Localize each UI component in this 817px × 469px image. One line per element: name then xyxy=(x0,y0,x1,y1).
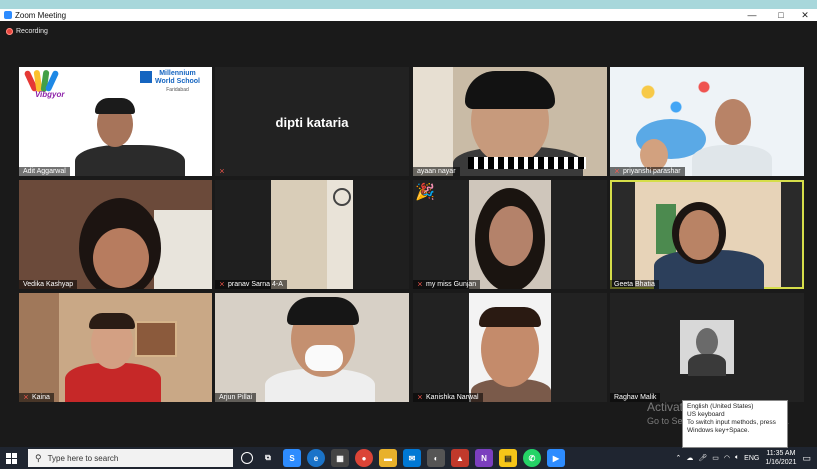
mic-muted-icon: ⨯ xyxy=(219,280,225,288)
video-tile-geeta-active-speaker[interactable]: Geeta Bhatia xyxy=(610,180,804,289)
whatsapp-icon[interactable]: ✆ xyxy=(523,449,541,467)
cortana-icon[interactable] xyxy=(241,452,253,464)
participant-face xyxy=(489,206,533,266)
notifications-icon[interactable]: ▭ xyxy=(802,453,811,464)
zoom-icon[interactable]: ▶ xyxy=(547,449,565,467)
task-view-icon[interactable]: ⧉ xyxy=(259,449,277,467)
participant-body xyxy=(692,145,772,176)
video-tile-priyanshi[interactable]: ⨯ priyanshi parashar xyxy=(610,67,804,176)
mic-muted-icon: ⨯ xyxy=(417,280,423,288)
store-icon[interactable]: ▦ xyxy=(331,449,349,467)
mic-muted-icon: ⨯ xyxy=(417,393,423,401)
language-indicator[interactable]: ENG xyxy=(744,455,759,462)
minimize-button[interactable]: — xyxy=(740,9,764,21)
mic-muted-icon: ⨯ xyxy=(219,168,225,175)
school-shield-icon xyxy=(140,71,152,83)
edge-icon[interactable]: e xyxy=(307,449,325,467)
participant-name-tag: Arjun Pillai xyxy=(215,393,257,402)
participant-name-tag: ⨯ my miss Gunjan xyxy=(413,280,481,289)
system-tray: ⌃ ☁ 🎤︎ ▭ ◠ 🔈︎ ENG 11:35 AM 1/16/2021 ▭ xyxy=(675,447,817,469)
participant-name-tag: ⨯ Kanishka Narwal xyxy=(413,393,483,402)
recording-dot-icon xyxy=(6,28,13,35)
taskbar-clock[interactable]: 11:35 AM 1/16/2021 xyxy=(765,449,796,467)
window-titlebar: Zoom Meeting — □ ✕ xyxy=(0,9,817,21)
video-tile-adit[interactable]: Vibgyor Millennium World School Faridaba… xyxy=(19,67,212,176)
profile-picture xyxy=(680,320,734,376)
zoom-app-icon xyxy=(4,11,12,19)
recording-indicator[interactable]: Recording xyxy=(6,28,48,35)
windows-taskbar: ⚲ Type here to search ⧉ S e ▦ ● ▬ ✉ ◐ ▲ … xyxy=(0,447,817,469)
participant-name-tag: ⨯ Kaina xyxy=(19,393,54,402)
face-mask xyxy=(305,345,343,371)
participant-name-tag: Vedika Kashyap xyxy=(19,280,78,289)
video-tile-ayaan[interactable]: ayaan nayar xyxy=(413,67,607,176)
search-icon: ⚲ xyxy=(35,452,42,463)
chrome-icon[interactable]: ● xyxy=(355,449,373,467)
mail-icon[interactable]: ✉ xyxy=(403,449,421,467)
wifi-icon[interactable]: ◠ xyxy=(724,454,730,462)
participant-name-tag: ⨯ pranav Sarna 4-A xyxy=(215,280,287,289)
participant-name-tag: ayaan nayar xyxy=(413,167,460,176)
participant-name-tag: ⨯ priyanshi parashar xyxy=(610,167,685,176)
desktop-top-strip xyxy=(0,0,817,9)
participant-face xyxy=(93,228,149,288)
input-method-popup: English (United States) US keyboard To s… xyxy=(682,400,788,448)
pixel-sunglasses-filter xyxy=(468,157,586,169)
maximize-button[interactable]: □ xyxy=(769,9,793,21)
sticky-notes-icon[interactable]: ▤ xyxy=(499,449,517,467)
start-button[interactable] xyxy=(0,447,22,469)
participant-face xyxy=(679,210,719,260)
participant-face xyxy=(715,99,751,145)
video-tile-arjun[interactable]: Arjun Pillai xyxy=(215,293,409,402)
video-tile-gunjan[interactable]: 🎉 ⨯ my miss Gunjan xyxy=(413,180,607,289)
mic-muted-icon: ⨯ xyxy=(614,167,620,175)
app-icon[interactable]: ◐ xyxy=(427,449,445,467)
search-placeholder: Type here to search xyxy=(47,453,119,463)
onenote-icon[interactable]: N xyxy=(475,449,493,467)
participant-name-tag: ⨯ xyxy=(215,168,232,176)
video-tile-vedika[interactable]: Vedika Kashyap xyxy=(19,180,212,289)
window-title: Zoom Meeting xyxy=(15,10,67,20)
participant-body xyxy=(75,145,185,176)
close-button[interactable]: ✕ xyxy=(793,9,817,21)
windows-logo-icon xyxy=(5,452,17,464)
school-name: Millennium World School Faridabad xyxy=(155,70,200,93)
media-app-icon[interactable]: ▲ xyxy=(451,449,469,467)
skype-icon[interactable]: S xyxy=(283,449,301,467)
video-tile-raghav[interactable]: Raghav Malik xyxy=(610,293,804,402)
video-tile-kanishka[interactable]: ⨯ Kanishka Narwal xyxy=(413,293,607,402)
mic-muted-icon: ⨯ xyxy=(23,393,29,401)
participant-name-tag: Adit Aggarwal xyxy=(19,167,70,176)
battery-icon[interactable]: ▭ xyxy=(712,454,719,462)
video-tile-dipti[interactable]: dipti kataria ⨯ xyxy=(215,67,409,176)
participant-name-tag: Geeta Bhatia xyxy=(610,280,659,289)
taskbar-search-box[interactable]: ⚲ Type here to search xyxy=(28,449,233,467)
microphone-icon[interactable]: 🎤︎ xyxy=(698,454,707,462)
participant-display-name: dipti kataria xyxy=(275,115,349,130)
file-explorer-icon[interactable]: ▬ xyxy=(379,449,397,467)
volume-icon[interactable]: 🔈︎ xyxy=(735,454,739,462)
video-tile-pranav[interactable]: ⨯ pranav Sarna 4-A xyxy=(215,180,409,289)
recording-label: Recording xyxy=(16,28,48,35)
vibgyor-logo: Vibgyor xyxy=(23,69,64,112)
video-tile-kaina[interactable]: ⨯ Kaina xyxy=(19,293,212,402)
tray-chevron-icon[interactable]: ⌃ xyxy=(675,454,681,462)
cloud-icon[interactable]: ☁ xyxy=(686,454,693,462)
party-popper-icon: 🎉 xyxy=(415,184,435,201)
